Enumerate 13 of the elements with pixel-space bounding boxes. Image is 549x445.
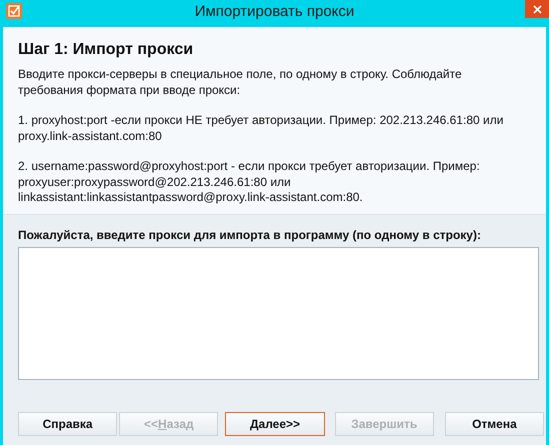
checkbox-icon: [6, 3, 22, 19]
instruction-text: 1. proxyhost:port -если прокси НЕ требует авторизации. Пример: 202.213.246.61:80 или proxy.link-assistant.com:80: [18, 113, 504, 144]
step-heading: Шаг 1: Импорт прокси: [18, 41, 194, 59]
close-button[interactable]: [525, 0, 549, 18]
input-label: Пожалуйста, введите прокси для импорта в программу (по одному в строку):: [18, 228, 482, 242]
close-icon: [532, 4, 542, 14]
instruction-text: Вводите прокси-серверы в специальное поле, по одному в строку. Соблюдайте требования формата при вводе прокси:: [18, 67, 463, 98]
instruction-text: 2. username:password@proxyhost:port - если прокси требует авторизации. Пример: proxyuser:proxypassword@202.213.246.61:80 или linkassistant:linkassistantpassword@proxy.link-assistant.com:80.: [18, 159, 481, 206]
proxy-input-field[interactable]: [18, 246, 539, 380]
window-title: Импортировать прокси: [194, 3, 356, 20]
dialog-button[interactable]: Далее>>: [225, 412, 325, 436]
dialog-button[interactable]: Справка: [18, 412, 118, 436]
dialog-button[interactable]: Отмена: [444, 412, 544, 436]
